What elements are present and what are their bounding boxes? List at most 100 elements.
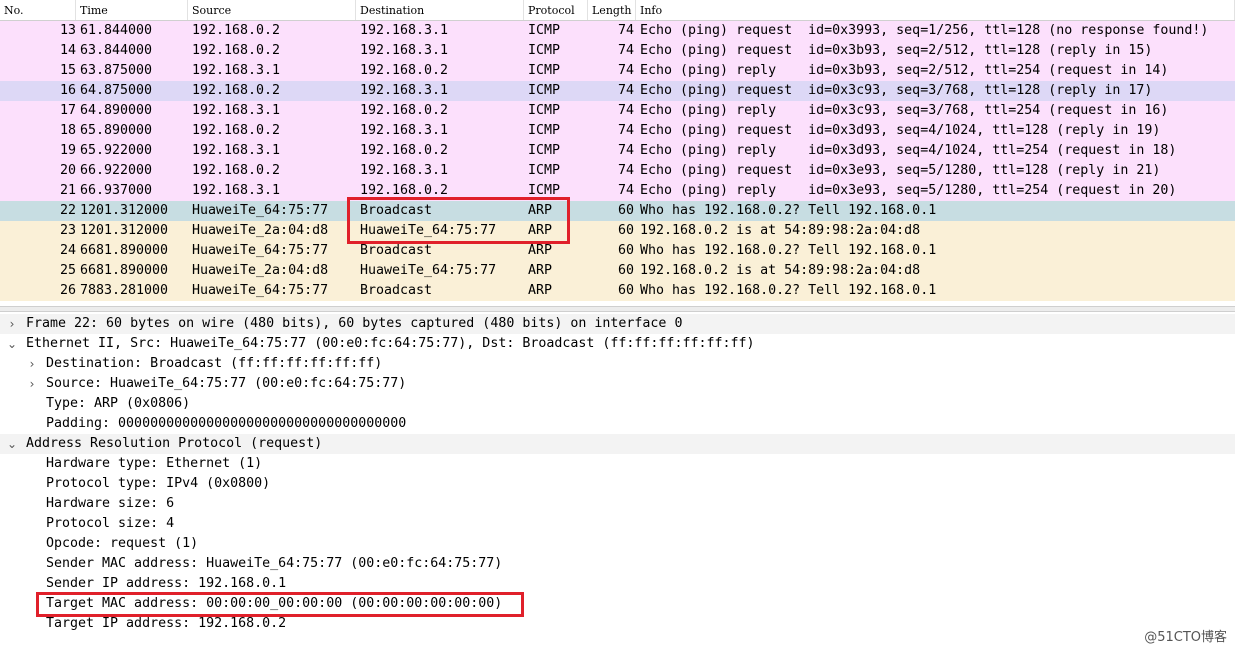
packet-info-cell: Echo (ping) reply id=0x3d93, seq=4/1024,… (640, 143, 1177, 158)
packet-dst-cell: 192.168.3.1 (360, 123, 449, 138)
packet-no-cell: 21 (59, 183, 76, 198)
packet-no-cell: 26 (59, 283, 76, 298)
packet-row[interactable]: 23 1201.312000 HuaweiTe_2a:04:d8 HuaweiTe_6… (0, 221, 1235, 241)
detail-row[interactable]: Protocol type: IPv4 (0x0800) (0, 474, 1235, 494)
packet-no-cell: 17 (59, 103, 76, 118)
packet-time-cell: 65.922000 (80, 143, 153, 158)
detail-text: Frame 22: 60 bytes on wire (480 bits), 6… (26, 316, 683, 331)
packet-info-cell: 192.168.0.2 is at 54:89:98:2a:04:d8 (640, 263, 921, 278)
detail-text: Type: ARP (0x0806) (46, 396, 191, 411)
column-header-4[interactable]: Protocol (524, 0, 588, 20)
packet-row[interactable]: 21 66.937000 192.168.3.1 192.168.0.2 ICMP 74 E… (0, 181, 1235, 201)
packet-len-cell: 60 (617, 243, 634, 258)
packet-proto-cell: ICMP (528, 23, 561, 38)
packet-len-cell: 74 (617, 183, 634, 198)
packet-len-cell: 60 (617, 283, 634, 298)
detail-row[interactable]: Opcode: request (1) (0, 534, 1235, 554)
packet-len-cell: 74 (617, 83, 634, 98)
packet-src-cell: 192.168.0.2 (192, 23, 281, 38)
packet-no-cell: 18 (59, 123, 76, 138)
detail-row[interactable]: Hardware type: Ethernet (1) (0, 454, 1235, 474)
packet-dst-cell: 192.168.0.2 (360, 103, 449, 118)
packet-src-cell: 192.168.3.1 (192, 103, 281, 118)
packet-info-cell: Echo (ping) reply id=0x3c93, seq=3/768, … (640, 103, 1169, 118)
packet-row[interactable]: 20 66.922000 192.168.0.2 192.168.3.1 ICMP 74 E… (0, 161, 1235, 181)
packet-row[interactable]: 15 63.875000 192.168.3.1 192.168.0.2 ICMP 74 E… (0, 61, 1235, 81)
packet-row[interactable]: 17 64.890000 192.168.3.1 192.168.0.2 ICMP 74 E… (0, 101, 1235, 121)
packet-len-cell: 74 (617, 143, 634, 158)
chevron-down-icon[interactable]: ⌄ (6, 334, 18, 354)
packet-src-cell: 192.168.3.1 (192, 63, 281, 78)
packet-row[interactable]: 19 65.922000 192.168.3.1 192.168.0.2 ICMP 74 E… (0, 141, 1235, 161)
packet-row[interactable]: 18 65.890000 192.168.0.2 192.168.3.1 ICMP 74 E… (0, 121, 1235, 141)
packet-row[interactable]: 16 64.875000 192.168.0.2 192.168.3.1 ICMP 74 E… (0, 81, 1235, 101)
detail-row[interactable]: Padding: 0000000000000000000000000000000… (0, 414, 1235, 434)
packet-dst-cell: 192.168.0.2 (360, 143, 449, 158)
packet-dst-cell: 192.168.3.1 (360, 83, 449, 98)
packet-row[interactable]: 26 7883.281000 HuaweiTe_64:75:77 Broadcast A… (0, 281, 1235, 301)
detail-row[interactable]: Sender MAC address: HuaweiTe_64:75:77 (0… (0, 554, 1235, 574)
packet-dst-cell: Broadcast (360, 283, 433, 298)
packet-no-cell: 22 (59, 203, 76, 218)
column-header-2[interactable]: Source (188, 0, 356, 20)
chevron-down-icon[interactable]: ⌄ (6, 434, 18, 454)
chevron-right-icon[interactable]: › (6, 314, 18, 334)
column-header-6[interactable]: Info (636, 0, 1235, 20)
detail-row[interactable]: Sender IP address: 192.168.0.1 (0, 574, 1235, 594)
detail-row[interactable]: Hardware size: 6 (0, 494, 1235, 514)
packet-time-cell: 66.922000 (80, 163, 153, 178)
packet-no-cell: 24 (59, 243, 76, 258)
detail-text: Sender IP address: 192.168.0.1 (46, 576, 287, 591)
packet-proto-cell: ICMP (528, 43, 561, 58)
packet-row[interactable]: 22 1201.312000 HuaweiTe_64:75:77 Broadcast A… (0, 201, 1235, 221)
detail-text: Ethernet II, Src: HuaweiTe_64:75:77 (00:… (26, 336, 755, 351)
watermark: @51CTO博客 (1144, 630, 1227, 645)
detail-row[interactable]: › Frame 22: 60 bytes on wire (480 bits), … (0, 314, 1235, 334)
packet-proto-cell: ICMP (528, 143, 561, 158)
detail-row[interactable]: ⌄ Ethernet II, Src: HuaweiTe_64:75:77 (00… (0, 334, 1235, 354)
packet-info-cell: Echo (ping) reply id=0x3e93, seq=5/1280,… (640, 183, 1177, 198)
packet-dst-cell: 192.168.3.1 (360, 23, 449, 38)
packet-info-cell: Echo (ping) request id=0x3c93, seq=3/768… (640, 83, 1153, 98)
packet-info-cell: Echo (ping) request id=0x3e93, seq=5/128… (640, 163, 1161, 178)
packet-src-cell: HuaweiTe_64:75:77 (192, 243, 329, 258)
detail-text: Sender MAC address: HuaweiTe_64:75:77 (0… (46, 556, 503, 571)
packet-time-cell: 6681.890000 (80, 243, 169, 258)
chevron-right-icon[interactable]: › (26, 374, 38, 394)
target-mac-highlight (36, 592, 524, 617)
detail-row[interactable]: Target IP address: 192.168.0.2 (0, 614, 1235, 634)
column-header-0[interactable]: No. (0, 0, 76, 20)
detail-text: Hardware size: 6 (46, 496, 175, 511)
packet-no-cell: 14 (59, 43, 76, 58)
destination-protocol-highlight (347, 197, 570, 244)
packet-list-header: No. Time Source Destination Protocol Length In… (0, 0, 1235, 21)
detail-row[interactable]: ⌄ Address Resolution Protocol (request) (0, 434, 1235, 454)
column-header-5[interactable]: Length (588, 0, 636, 20)
packet-row[interactable]: 14 63.844000 192.168.0.2 192.168.3.1 ICMP 74 E… (0, 41, 1235, 61)
chevron-right-icon[interactable]: › (26, 354, 38, 374)
detail-text: Protocol type: IPv4 (0x0800) (46, 476, 271, 491)
column-header-1[interactable]: Time (76, 0, 188, 20)
packet-proto-cell: ICMP (528, 103, 561, 118)
packet-len-cell: 60 (617, 263, 634, 278)
packet-no-cell: 25 (59, 263, 76, 278)
detail-row[interactable]: Type: ARP (0x0806) (0, 394, 1235, 414)
packet-proto-cell: ICMP (528, 63, 561, 78)
detail-row[interactable]: › Source: HuaweiTe_64:75:77 (00:e0:fc:64:… (0, 374, 1235, 394)
packet-dst-cell: Broadcast (360, 243, 433, 258)
packet-dst-cell: 192.168.3.1 (360, 163, 449, 178)
packet-time-cell: 64.890000 (80, 103, 153, 118)
packet-len-cell: 74 (617, 123, 634, 138)
packet-len-cell: 74 (617, 43, 634, 58)
packet-src-cell: HuaweiTe_64:75:77 (192, 283, 329, 298)
detail-row[interactable]: › Destination: Broadcast (ff:ff:ff:ff:ff:… (0, 354, 1235, 374)
packet-len-cell: 74 (617, 23, 634, 38)
packet-row[interactable]: 24 6681.890000 HuaweiTe_64:75:77 Broadcast A… (0, 241, 1235, 261)
column-header-3[interactable]: Destination (356, 0, 524, 20)
detail-row[interactable]: Protocol size: 4 (0, 514, 1235, 534)
packet-list-pane[interactable]: No. Time Source Destination Protocol Length In… (0, 0, 1235, 306)
packet-row[interactable]: 13 61.844000 192.168.0.2 192.168.3.1 ICMP 74 E… (0, 21, 1235, 41)
packet-src-cell: HuaweiTe_2a:04:d8 (192, 263, 329, 278)
packet-row[interactable]: 25 6681.890000 HuaweiTe_2a:04:d8 HuaweiTe_6… (0, 261, 1235, 281)
packet-info-cell: Who has 192.168.0.2? Tell 192.168.0.1 (640, 203, 937, 218)
